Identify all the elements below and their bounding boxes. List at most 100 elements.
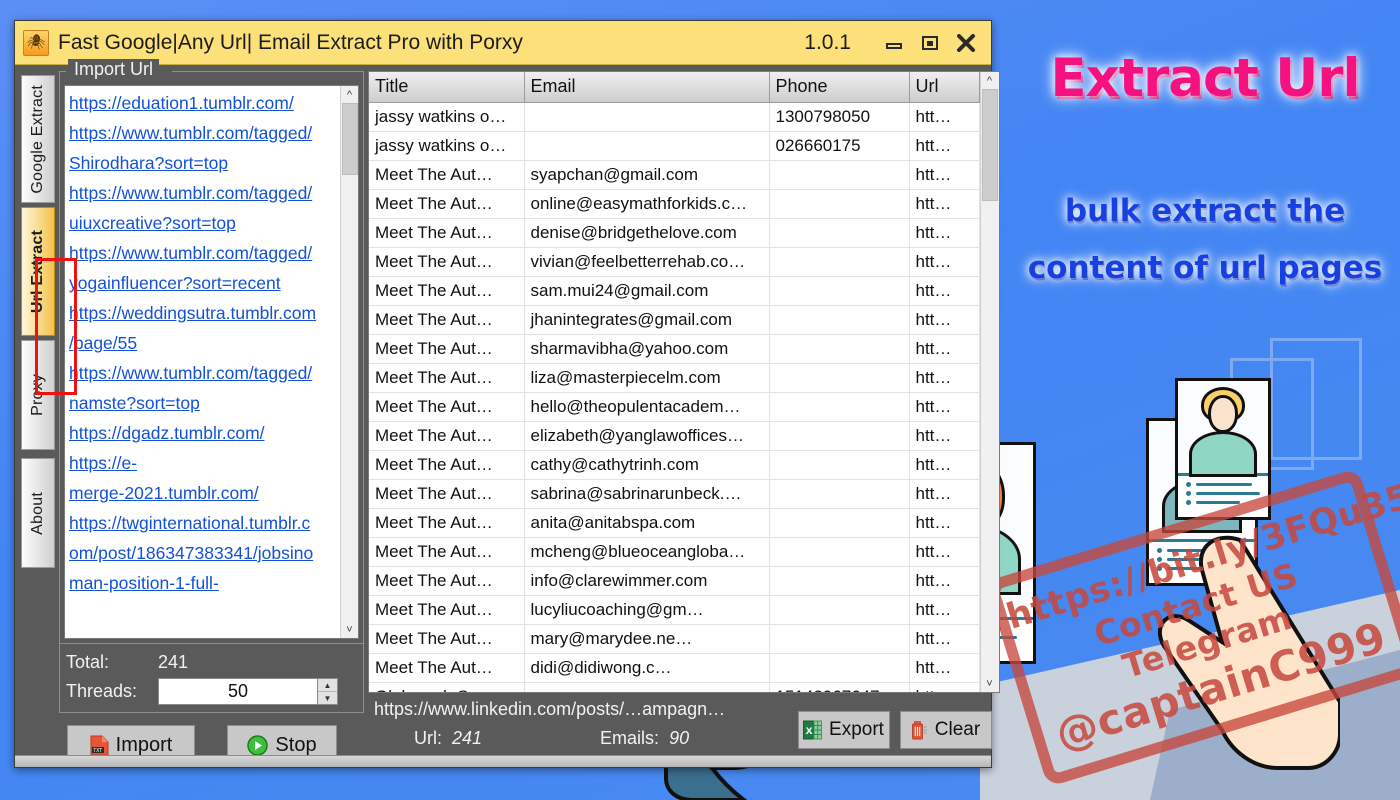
url-list-item[interactable]: https://www.tumblr.com/tagged/ <box>69 238 336 268</box>
cell-title: Meet The Aut… <box>369 508 525 538</box>
cell-title: Meet The Aut… <box>369 276 525 306</box>
scrollbar-thumb[interactable] <box>981 89 998 201</box>
cell-email <box>524 102 770 132</box>
table-row[interactable]: Meet The Aut… sabrina@sabrinarunbeck.… htt… <box>369 479 980 509</box>
cell-title: Meet The Aut… <box>369 160 525 190</box>
cell-phone <box>769 160 910 190</box>
cell-title: Oleksandr Sac… <box>369 682 525 692</box>
url-list-item[interactable]: https://e- <box>69 448 336 478</box>
url-list-item[interactable]: Shirodhara?sort=top <box>69 148 336 178</box>
table-row[interactable]: Meet The Aut… syapchan@gmail.com htt… <box>369 160 980 190</box>
table-row[interactable]: jassy watkins o… 1300798050 htt… <box>369 102 980 132</box>
table-row[interactable]: Meet The Aut… online@easymathforkids.c… ht… <box>369 189 980 219</box>
table-header-row: Title Email Phone Url <box>369 72 980 103</box>
results-table-scrollbar[interactable]: ^ ˅ <box>979 72 999 692</box>
table-row[interactable]: Meet The Aut… sharmavibha@yahoo.com htt… <box>369 334 980 364</box>
cell-phone <box>769 189 910 219</box>
url-count: Url: 241 <box>414 728 482 749</box>
cell-email: syapchan@gmail.com <box>524 160 770 190</box>
table-row[interactable]: Meet The Aut… denise@bridgethelove.com htt… <box>369 218 980 248</box>
cell-phone <box>769 305 910 335</box>
cell-email <box>524 131 770 161</box>
url-list-item[interactable]: man-position-1-full- <box>69 568 336 598</box>
cell-title: Meet The Aut… <box>369 247 525 277</box>
cell-email: anita@anitabspa.com <box>524 508 770 538</box>
export-button[interactable]: X Export <box>797 711 890 749</box>
table-row[interactable]: Meet The Aut… didi@didiwong.c… htt… <box>369 653 980 683</box>
url-list-scrollbar[interactable]: ^ ˅ <box>340 86 358 638</box>
cell-url: htt… <box>909 508 980 538</box>
window-body: Google Extract Url Extract Proxy About I… <box>15 59 1000 769</box>
tab-about[interactable]: About <box>21 458 55 568</box>
cell-url: htt… <box>909 131 980 161</box>
table-row[interactable]: Meet The Aut… lucyliucoaching@gm… htt… <box>369 595 980 625</box>
chevron-up-icon[interactable]: ^ <box>341 86 358 103</box>
chevron-up-icon[interactable]: ^ <box>980 72 999 89</box>
clear-button[interactable]: Clear <box>899 711 992 749</box>
spinner-down-icon[interactable]: ▼ <box>318 692 337 704</box>
table-row[interactable]: Meet The Aut… elizabeth@yanglawoffices… ht… <box>369 421 980 451</box>
close-icon[interactable] <box>951 30 981 56</box>
column-header-phone[interactable]: Phone <box>769 72 910 103</box>
url-list-item[interactable]: namste?sort=top <box>69 388 336 418</box>
spinner-up-icon[interactable]: ▲ <box>318 679 337 692</box>
tab-url-extract[interactable]: Url Extract <box>21 207 55 336</box>
cell-phone <box>769 537 910 567</box>
emails-count-label: Emails: <box>600 728 660 748</box>
table-row[interactable]: Meet The Aut… mcheng@blueoceangloba… htt… <box>369 537 980 567</box>
cell-email: mcheng@blueoceangloba… <box>524 537 770 567</box>
table-row[interactable]: Meet The Aut… sam.mui24@gmail.com htt… <box>369 276 980 306</box>
table-row[interactable]: Oleksandr Sac… 15142967647htt… <box>369 682 980 692</box>
cell-phone <box>769 363 910 393</box>
table-row[interactable]: Meet The Aut… jhanintegrates@gmail.com htt… <box>369 305 980 335</box>
cell-url: htt… <box>909 653 980 683</box>
threads-label: Threads: <box>66 681 138 701</box>
excel-file-icon: X <box>803 720 823 740</box>
url-list-item[interactable]: https://www.tumblr.com/tagged/ <box>69 178 336 208</box>
url-list-item[interactable]: https://www.tumblr.com/tagged/ <box>69 358 336 388</box>
column-header-email[interactable]: Email <box>524 72 770 103</box>
cell-title: Meet The Aut… <box>369 566 525 596</box>
table-row[interactable]: Meet The Aut… info@clarewimmer.com htt… <box>369 566 980 596</box>
chevron-down-icon[interactable]: ˅ <box>341 621 358 638</box>
url-list[interactable]: https://eduation1.tumblr.com/ https://ww… <box>65 86 340 638</box>
table-row[interactable]: Meet The Aut… anita@anitabspa.com htt… <box>369 508 980 538</box>
cell-title: Meet The Aut… <box>369 334 525 364</box>
maximize-icon[interactable] <box>915 30 945 56</box>
clear-button-label: Clear <box>934 719 981 740</box>
url-list-item[interactable]: https://weddingsutra.tumblr.com <box>69 298 336 328</box>
table-row[interactable]: jassy watkins o… 026660175 htt… <box>369 131 980 161</box>
table-row[interactable]: Meet The Aut… vivian@feelbetterrehab.co… h… <box>369 247 980 277</box>
total-row: Total: 241 <box>66 648 357 677</box>
threads-input[interactable]: 50 <box>158 678 318 705</box>
column-header-url[interactable]: Url <box>909 72 980 103</box>
tab-about-label: About <box>29 491 46 535</box>
cell-email: denise@bridgethelove.com <box>524 218 770 248</box>
minimize-icon[interactable] <box>879 30 909 56</box>
cell-email: sharmavibha@yahoo.com <box>524 334 770 364</box>
url-list-item[interactable]: https://www.tumblr.com/tagged/ <box>69 118 336 148</box>
table-row[interactable]: Meet The Aut… hello@theopulentacadem… htt… <box>369 392 980 422</box>
table-row[interactable]: Meet The Aut… cathy@cathytrinh.com htt… <box>369 450 980 480</box>
url-list-item[interactable]: /page/55 <box>69 328 336 358</box>
url-list-item[interactable]: uiuxcreative?sort=top <box>69 208 336 238</box>
cell-phone <box>769 508 910 538</box>
tab-google-extract[interactable]: Google Extract <box>21 75 55 203</box>
url-list-item[interactable]: https://twginternational.tumblr.c <box>69 508 336 538</box>
url-list-item[interactable]: https://dgadz.tumblr.com/ <box>69 418 336 448</box>
scrollbar-thumb[interactable] <box>341 103 358 175</box>
chevron-down-icon[interactable]: ˅ <box>980 675 999 692</box>
threads-stepper[interactable]: ▲ ▼ <box>318 678 338 705</box>
table-row[interactable]: Meet The Aut… liza@masterpiecelm.com htt… <box>369 363 980 393</box>
url-list-item[interactable]: om/post/186347383341/jobsino <box>69 538 336 568</box>
tab-proxy[interactable]: Proxy <box>21 340 55 450</box>
column-header-title[interactable]: Title <box>369 72 525 103</box>
cell-email: liza@masterpiecelm.com <box>524 363 770 393</box>
url-count-label: Url: <box>414 728 442 748</box>
cell-url: htt… <box>909 624 980 654</box>
url-list-item[interactable]: yogainfluencer?sort=recent <box>69 268 336 298</box>
url-list-item[interactable]: merge-2021.tumblr.com/ <box>69 478 336 508</box>
url-list-item[interactable]: https://eduation1.tumblr.com/ <box>69 88 336 118</box>
vertical-tab-strip: Google Extract Url Extract Proxy About <box>21 71 57 769</box>
table-row[interactable]: Meet The Aut… mary@marydee.ne… htt… <box>369 624 980 654</box>
